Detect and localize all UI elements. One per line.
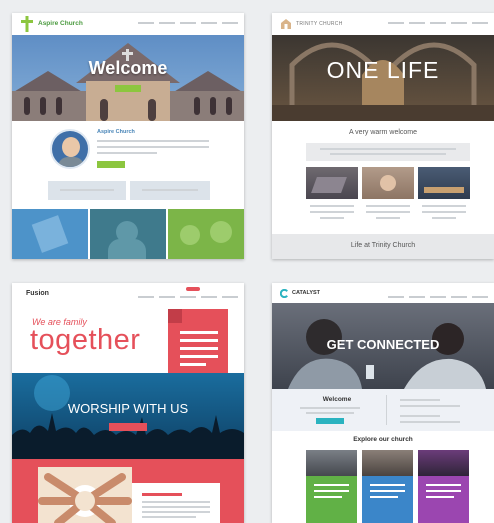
tile-image[interactable] (168, 209, 244, 259)
explore-tile-green[interactable] (306, 450, 357, 523)
welcome-heading: Welcome (322, 396, 352, 403)
nav-menu[interactable] (138, 22, 238, 24)
welcome-panel: Welcome (272, 389, 494, 431)
hero-title: GET CONNECTED (326, 337, 440, 352)
profile-name: Aspire Church (97, 129, 135, 135)
avatar (50, 129, 90, 169)
nav-menu[interactable] (388, 296, 488, 298)
footer-band: Life at Trinity Church (272, 234, 494, 259)
site-logo-text: CATALYST (292, 290, 321, 296)
banner-title: WORSHIP WITH US (67, 401, 189, 416)
site-header: Fusion (12, 283, 244, 303)
hero-title: ONE LIFE (326, 57, 440, 83)
site-header: TRINITY CHURCH (272, 13, 494, 35)
hero-title: Welcome (88, 58, 168, 78)
tile-image[interactable] (418, 167, 470, 199)
tile-image[interactable] (12, 209, 88, 259)
hands-circle-image (38, 467, 132, 523)
nav-menu[interactable] (388, 22, 488, 24)
worship-banner: WORSHIP WITH US (12, 373, 244, 459)
intro-box (306, 143, 470, 161)
action-button-right[interactable] (130, 181, 210, 200)
explore-tile-blue[interactable] (362, 450, 413, 523)
template-card-fusion[interactable]: Fusion We are family together WORSHIP WI… (12, 283, 244, 523)
site-logo-text: Aspire Church (38, 20, 83, 27)
hero-cta-button[interactable] (115, 85, 141, 92)
template-card-aspire[interactable]: Aspire Church Welcome Aspire Church (12, 13, 244, 259)
template-card-trinity[interactable]: TRINITY CHURCH ONE LIFE A very warm welc… (272, 13, 494, 259)
lower-section (12, 459, 244, 523)
catalyst-c-logo-icon (280, 289, 288, 298)
site-logo-text: TRINITY CHURCH (296, 21, 343, 27)
cross-logo-icon (21, 16, 33, 32)
tile-image[interactable] (90, 209, 166, 259)
nav-highlight[interactable] (186, 287, 200, 291)
crowd-silhouette-illustration (12, 375, 244, 459)
banner-cta-button[interactable] (109, 423, 147, 431)
big-word: together (30, 324, 141, 356)
nav-menu[interactable] (138, 296, 238, 298)
footer-text: Life at Trinity Church (350, 242, 416, 249)
hero-banner: ONE LIFE (272, 35, 494, 121)
explore-heading: Explore our church (353, 436, 413, 443)
church-logo-icon (281, 19, 291, 29)
read-more-button[interactable] (97, 161, 125, 168)
text-card (132, 483, 220, 523)
site-logo-text: Fusion (26, 290, 49, 297)
welcome-cta-button[interactable] (316, 418, 344, 424)
tile-image[interactable] (362, 167, 414, 199)
site-header: Aspire Church (12, 13, 244, 35)
explore-tile-purple[interactable] (418, 450, 469, 523)
tile-image[interactable] (306, 167, 358, 199)
template-card-catalyst[interactable]: CATALYST GET CONNECTED Welcome Explore o… (272, 283, 494, 523)
site-header: CATALYST (272, 283, 494, 303)
welcome-heading: A very warm welcome (348, 129, 418, 136)
hero-banner: Welcome (12, 35, 244, 121)
action-button-left[interactable] (48, 181, 126, 200)
hero-banner: GET CONNECTED (272, 303, 494, 389)
